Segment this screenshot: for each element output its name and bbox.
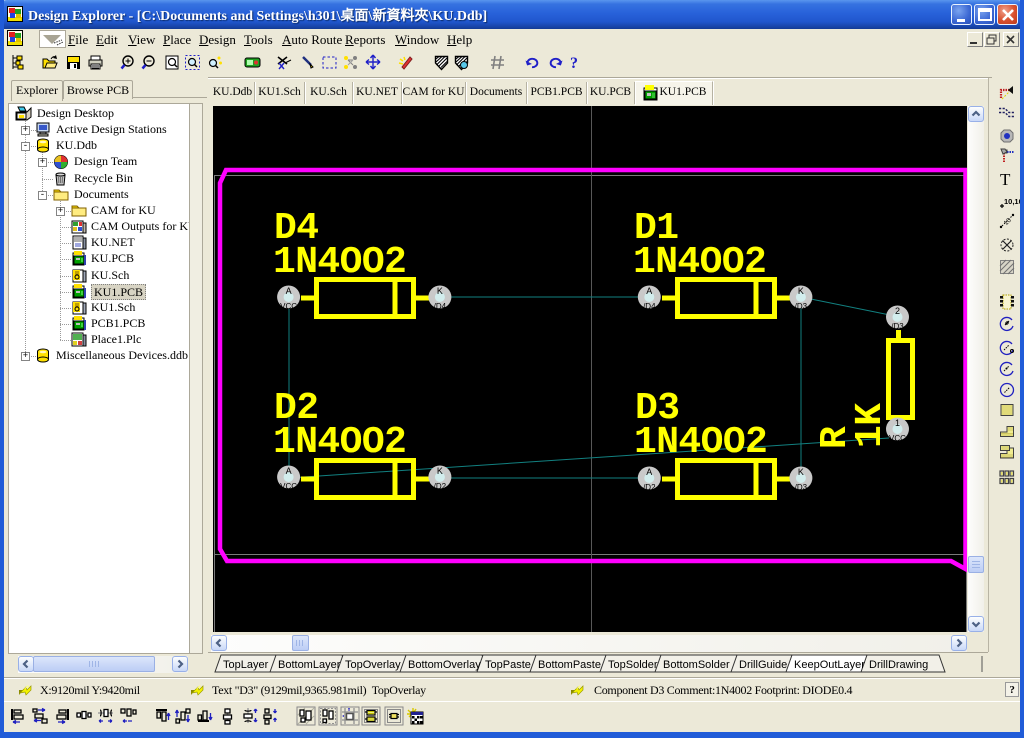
svg-text:BottomSolder: BottomSolder bbox=[663, 659, 730, 671]
svg-text:/D3: /D3 bbox=[795, 302, 808, 311]
svg-text:K: K bbox=[798, 286, 804, 296]
svg-text:2: 2 bbox=[895, 306, 900, 316]
svg-text:TopSolder: TopSolder bbox=[608, 659, 658, 671]
svg-text:TopPaste: TopPaste bbox=[485, 659, 531, 671]
svg-text:DrillGuide: DrillGuide bbox=[739, 659, 787, 671]
svg-text:1: 1 bbox=[895, 418, 900, 428]
svg-text:/D2: /D2 bbox=[434, 482, 447, 491]
svg-text:TopLayer: TopLayer bbox=[223, 659, 269, 671]
svg-text:/D2: /D2 bbox=[643, 483, 656, 492]
svg-text:T: T bbox=[1000, 170, 1011, 189]
svg-text:1K: 1K bbox=[849, 403, 892, 448]
svg-text:KeepOutLayer: KeepOutLayer bbox=[794, 659, 865, 671]
svg-text:BottomPaste: BottomPaste bbox=[538, 659, 601, 671]
svg-text:TopOverlay: TopOverlay bbox=[345, 659, 401, 671]
svg-text:DrillDrawing: DrillDrawing bbox=[869, 659, 928, 671]
svg-text:/D3: /D3 bbox=[795, 483, 808, 492]
svg-text:K: K bbox=[437, 466, 443, 476]
svg-text:/D4: /D4 bbox=[434, 302, 447, 311]
svg-text:K: K bbox=[437, 286, 443, 296]
svg-text:VCC: VCC bbox=[280, 302, 297, 311]
svg-text:1N4OO2: 1N4OO2 bbox=[634, 421, 767, 464]
svg-text:A: A bbox=[286, 286, 292, 296]
svg-text:BottomLayer: BottomLayer bbox=[278, 659, 341, 671]
svg-text:BottomOverlay: BottomOverlay bbox=[408, 659, 481, 671]
svg-text:10: 10 bbox=[1003, 217, 1013, 227]
svg-text:K: K bbox=[798, 467, 804, 477]
svg-text:?: ? bbox=[570, 55, 578, 72]
svg-text:A: A bbox=[646, 286, 652, 296]
svg-text:1N4OO2: 1N4OO2 bbox=[273, 421, 406, 464]
svg-text:A: A bbox=[286, 466, 292, 476]
svg-text:10,10: 10,10 bbox=[1004, 197, 1020, 206]
svg-text:/D3: /D3 bbox=[891, 322, 904, 331]
svg-text:/D4: /D4 bbox=[643, 302, 656, 311]
svg-text:VCC: VCC bbox=[280, 482, 297, 491]
svg-text:A: A bbox=[646, 467, 652, 477]
